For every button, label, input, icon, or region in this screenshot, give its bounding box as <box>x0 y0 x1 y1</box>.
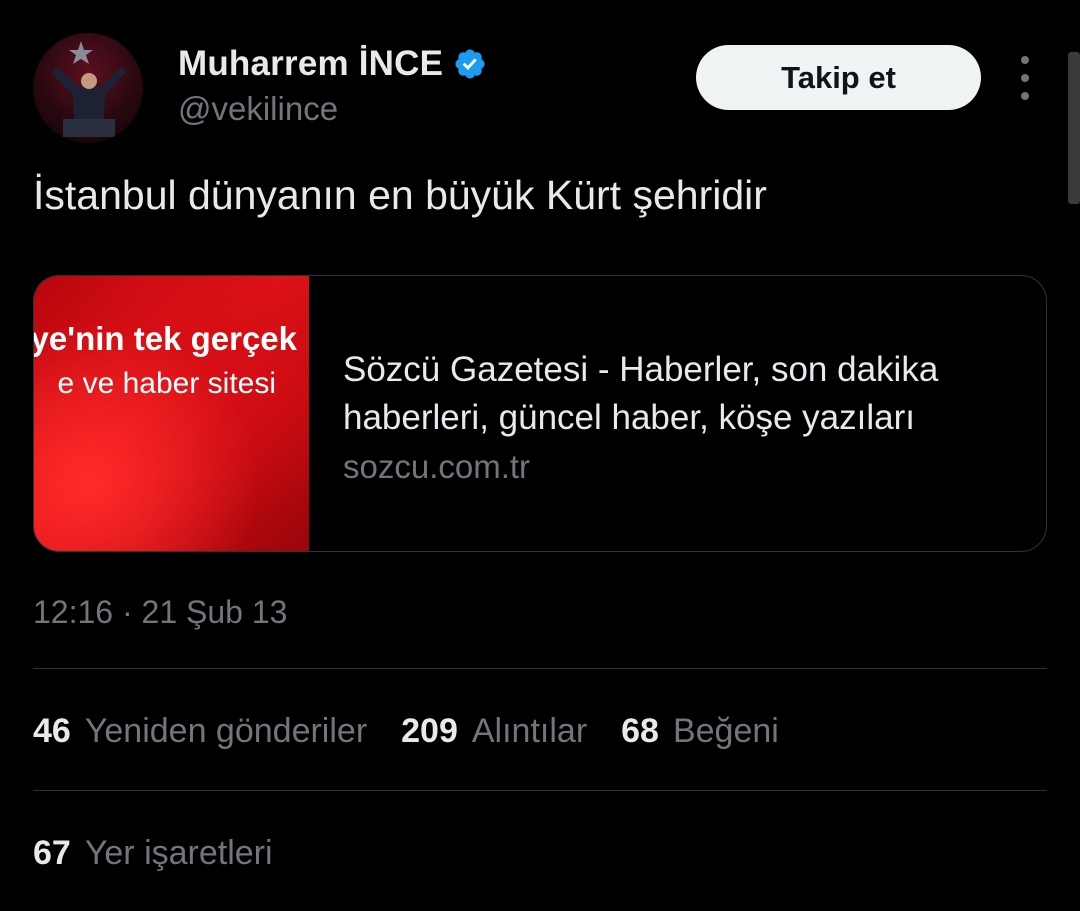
tweet-timestamp[interactable]: 12:16 · 21 Şub 13 <box>33 594 287 631</box>
thumbnail-text-line1: ye'nin tek gerçek <box>33 320 297 357</box>
engagement-stats: 46 Yeniden gönderiler 209 Alıntılar 68 B… <box>33 712 813 751</box>
author-handle[interactable]: @vekilince <box>178 90 338 128</box>
link-card[interactable]: ye'nin tek gerçek e ve haber sitesi Sözc… <box>33 275 1047 552</box>
verified-badge-icon <box>455 49 485 79</box>
quotes-label: Alıntılar <box>471 712 588 750</box>
avatar-image <box>51 41 127 137</box>
bookmarks-stats: 67 Yer işaretleri <box>33 834 307 873</box>
link-card-thumbnail: ye'nin tek gerçek e ve haber sitesi <box>34 276 309 551</box>
retweets-label: Yeniden gönderiler <box>84 712 368 750</box>
author-name[interactable]: Muharrem İNCE <box>178 44 443 84</box>
follow-button[interactable]: Takip et <box>696 45 981 110</box>
bookmarks-count: 67 <box>33 834 71 872</box>
more-vertical-icon[interactable] <box>1010 56 1040 100</box>
bookmarks-label: Yer işaretleri <box>84 834 273 872</box>
divider <box>33 668 1047 669</box>
likes-stat[interactable]: 68 Beğeni <box>621 712 779 751</box>
likes-label: Beğeni <box>672 712 779 750</box>
link-card-title: Sözcü Gazetesi - Haberler, son dakika ha… <box>343 350 939 437</box>
link-card-domain: sozcu.com.tr <box>343 448 531 485</box>
tweet-text: İstanbul dünyanın en büyük Kürt şehridir <box>33 172 767 218</box>
quotes-stat[interactable]: 209 Alıntılar <box>401 712 587 751</box>
thumbnail-text-line2: e ve haber sitesi <box>57 367 276 400</box>
scrollbar[interactable] <box>1068 52 1080 204</box>
retweets-count: 46 <box>33 712 71 750</box>
bookmarks-stat[interactable]: 67 Yer işaretleri <box>33 834 273 873</box>
divider <box>33 790 1047 791</box>
retweets-stat[interactable]: 46 Yeniden gönderiler <box>33 712 367 751</box>
avatar[interactable] <box>33 33 143 143</box>
quotes-count: 209 <box>401 712 458 750</box>
likes-count: 68 <box>621 712 659 750</box>
